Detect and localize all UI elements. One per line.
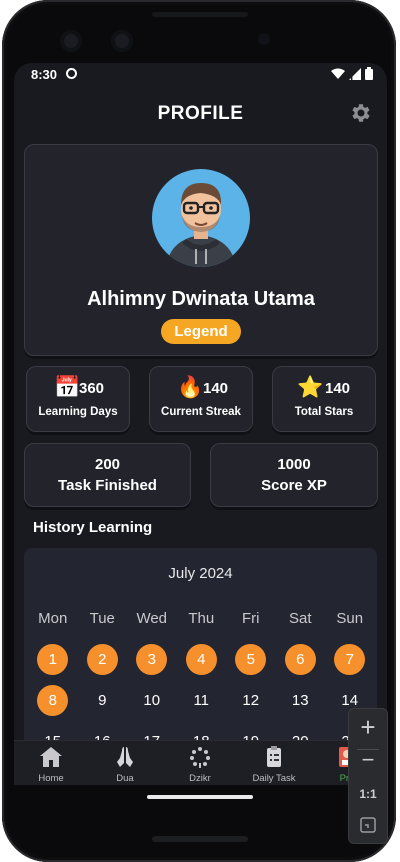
calendar-icon: 📅: [54, 376, 81, 399]
avatar[interactable]: [152, 169, 250, 267]
top-speaker: [152, 12, 248, 17]
calendar-week: 8 9 10 11 12 13 14: [28, 680, 375, 721]
calendar-month: July 2024: [168, 565, 233, 582]
stat-value: 140: [325, 380, 351, 397]
home-icon: [40, 747, 62, 767]
camera-lens-right: [111, 30, 133, 52]
calendar-day[interactable]: 6: [276, 643, 326, 676]
bottom-speaker: [152, 836, 248, 842]
stat-learning-days: 📅 360 Learning Days: [26, 366, 130, 432]
calendar-day[interactable]: 8: [28, 684, 78, 717]
stat-current-streak: 🔥 140 Current Streak: [149, 366, 253, 432]
nav-label: Daily Task: [252, 773, 296, 784]
stat-value: 140: [203, 380, 229, 397]
weekday-label: Mon: [38, 609, 68, 627]
weekday-label: Sun: [336, 609, 364, 627]
device-frame: 8:30 PROFILE Alhimny Dwinata Utama Legen…: [2, 0, 396, 862]
rank-badge: Legend: [161, 319, 241, 344]
calendar-day[interactable]: 1: [28, 643, 78, 676]
stat-label: Learning Days: [38, 406, 118, 418]
calendar-day[interactable]: 5: [226, 643, 276, 676]
calendar-day[interactable]: 10: [127, 685, 177, 717]
calendar-grid: Mon Tue Wed Thu Fri Sat Sun 1 2 3 4 5 6 …: [28, 598, 375, 762]
battery-icon: [365, 67, 373, 80]
weekday-label: Sat: [288, 609, 312, 627]
calendar-week: 1 2 3 4 5 6 7: [28, 639, 375, 680]
bottom-nav: Home Dua Dzikr Daily Task Pro: [14, 740, 387, 785]
home-indicator[interactable]: [147, 795, 253, 799]
stat-label: Total Stars: [294, 406, 354, 418]
profile-name: Alhimny Dwinata Utama: [87, 288, 315, 310]
calendar-day[interactable]: 3: [127, 643, 177, 676]
status-time: 8:30: [31, 67, 58, 82]
calendar-day[interactable]: 12: [226, 685, 276, 717]
calendar-day[interactable]: 13: [276, 685, 326, 717]
summary-label: Task Finished: [58, 477, 157, 494]
weekday-label: Wed: [136, 609, 168, 627]
weekday-label: Thu: [188, 609, 215, 627]
summary-value: 1000: [277, 456, 311, 473]
stat-value: 360: [79, 380, 105, 397]
notification-icon: [66, 68, 77, 79]
summary-score-xp: 1000 Score XP: [210, 443, 378, 507]
fit-screen-icon[interactable]: [360, 817, 376, 833]
status-bar: 8:30: [14, 63, 387, 87]
zoom-in-button[interactable]: +: [349, 712, 387, 743]
stat-label: Current Streak: [161, 406, 241, 418]
weekday-label: Fri: [242, 609, 260, 627]
app-screen: 8:30 PROFILE Alhimny Dwinata Utama Legen…: [14, 63, 387, 785]
calendar-day[interactable]: 2: [78, 643, 128, 676]
history-title: History Learning: [33, 519, 153, 536]
signal-icon: [349, 67, 361, 80]
summary-task-finished: 200 Task Finished: [24, 443, 191, 507]
fire-icon: 🔥: [177, 376, 204, 399]
nav-label: Dzikr: [189, 773, 211, 784]
page-title: PROFILE: [157, 103, 244, 124]
calendar-day[interactable]: 4: [177, 643, 227, 676]
weekday-row: Mon Tue Wed Thu Fri Sat Sun: [28, 598, 375, 639]
gear-icon[interactable]: [348, 101, 372, 125]
praying-hands-icon: [117, 747, 133, 767]
summary-value: 200: [94, 456, 121, 473]
zoom-reset-button[interactable]: 1:1: [349, 787, 387, 801]
nav-label: Dua: [116, 773, 134, 784]
summary-label: Score XP: [261, 477, 327, 494]
calendar-day[interactable]: 7: [325, 643, 375, 676]
zoom-controls: + − 1:1: [348, 708, 388, 844]
zoom-out-button[interactable]: −: [349, 747, 387, 773]
calendar-day[interactable]: 9: [78, 685, 128, 717]
camera-lens-left: [60, 30, 82, 52]
stat-total-stars: ⭐ 140 Total Stars: [272, 366, 376, 432]
wifi-icon: [331, 68, 345, 79]
status-icons: [331, 67, 373, 80]
weekday-label: Tue: [89, 609, 115, 627]
nav-label: Home: [38, 773, 64, 784]
page-header: PROFILE: [14, 99, 387, 129]
front-camera: [258, 33, 270, 45]
prayer-beads-icon: [190, 747, 210, 768]
avatar-illustration: [166, 183, 236, 267]
profile-card: Alhimny Dwinata Utama Legend: [24, 144, 378, 356]
star-icon: ⭐: [297, 376, 324, 399]
calendar-day[interactable]: 11: [177, 685, 227, 717]
checklist-icon: [267, 746, 281, 767]
